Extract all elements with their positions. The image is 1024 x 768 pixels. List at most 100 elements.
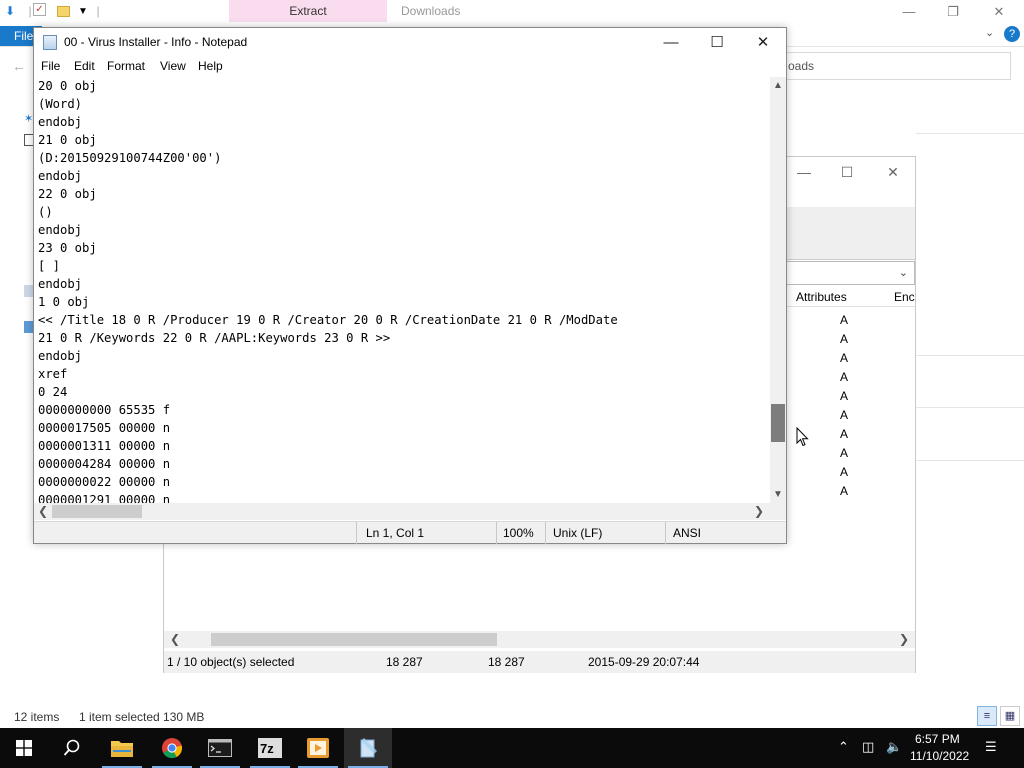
text-line: 0 24: [38, 385, 68, 399]
menu-file[interactable]: File: [41, 59, 60, 73]
ribbon-tab-extract[interactable]: Extract: [229, 0, 387, 22]
close-button[interactable]: ✕: [878, 161, 908, 183]
taskbar-media-player[interactable]: [294, 728, 342, 768]
status-line-ending: Unix (LF): [553, 526, 603, 540]
text-line: 21 0 obj: [38, 133, 97, 147]
zip-status-bar: 1 / 10 object(s) selected 18 287 18 287 …: [164, 651, 915, 673]
svg-text:7z: 7z: [260, 741, 274, 756]
text-line: 21 0 R /Keywords 22 0 R /AAPL:Keywords 2…: [38, 331, 391, 345]
status-packed-size: 18 287: [488, 655, 525, 669]
back-arrow-icon[interactable]: ←: [12, 58, 26, 74]
window-title: Downloads: [401, 4, 461, 18]
notepad-app-icon[interactable]: [43, 35, 57, 50]
maximize-button[interactable]: ☐: [694, 28, 740, 57]
network-icon[interactable]: ◫: [862, 739, 874, 755]
text-line: 0000001291 00000 n: [38, 493, 171, 503]
text-line: endobj: [38, 277, 83, 291]
attribute-cell[interactable]: A: [840, 370, 848, 384]
menu-edit[interactable]: Edit: [74, 59, 95, 73]
details-view-icon[interactable]: ≡: [977, 706, 997, 726]
details-divider: [916, 407, 1024, 408]
minimize-button[interactable]: —: [889, 2, 929, 22]
vertical-scrollbar[interactable]: ▲ ▼: [770, 77, 786, 503]
scroll-right-icon[interactable]: ❯: [754, 504, 764, 518]
horizontal-scrollbar[interactable]: ❮ ❯: [34, 503, 770, 520]
taskbar-terminal[interactable]: [196, 728, 244, 768]
taskbar-7zip[interactable]: 7z: [246, 728, 294, 768]
text-line: 23 0 obj: [38, 241, 97, 255]
notifications-icon[interactable]: ☰: [985, 739, 997, 755]
quick-access-dropdown-icon[interactable]: ▼: [75, 3, 91, 19]
text-editor[interactable]: 20 0 obj (Word) endobj 21 0 obj (D:20150…: [34, 77, 770, 503]
text-line: (Word): [38, 97, 83, 111]
text-line: endobj: [38, 169, 83, 183]
search-input[interactable]: oads: [770, 52, 1011, 80]
status-modified: 2015-09-29 20:07:44: [588, 655, 700, 669]
search-icon: [63, 739, 80, 756]
text-line: 0000000022 00000 n: [38, 475, 171, 489]
large-icons-view-icon[interactable]: ▦: [1000, 706, 1020, 726]
clock-time[interactable]: 6:57 PM: [915, 732, 960, 746]
menu-view[interactable]: View: [160, 59, 186, 73]
taskbar-file-explorer[interactable]: [98, 728, 146, 768]
status-divider: [545, 522, 546, 544]
chrome-icon: [162, 738, 183, 759]
scroll-left-icon[interactable]: ❮: [170, 632, 180, 646]
text-line: 0000000000 65535 f: [38, 403, 171, 417]
text-line: (): [38, 205, 53, 219]
volume-icon[interactable]: 🔈: [886, 739, 902, 755]
text-line: 0000001311 00000 n: [38, 439, 171, 453]
restore-button[interactable]: ❐: [933, 2, 973, 22]
scroll-left-icon[interactable]: ❮: [38, 504, 48, 518]
attribute-cell[interactable]: A: [840, 351, 848, 365]
scroll-down-icon[interactable]: ▼: [773, 489, 783, 500]
attribute-cell[interactable]: A: [840, 389, 848, 403]
taskbar-chrome[interactable]: [148, 728, 196, 768]
terminal-icon: [208, 739, 232, 757]
menu-help[interactable]: Help: [198, 59, 223, 73]
maximize-button[interactable]: ☐: [832, 161, 862, 183]
text-line: 0000004284 00000 n: [38, 457, 171, 471]
path-dropdown[interactable]: ⌄: [786, 261, 915, 285]
attribute-cell[interactable]: A: [840, 446, 848, 460]
status-item-count: 12 items: [14, 710, 60, 724]
seven-zip-icon: 7z: [258, 738, 282, 758]
text-line: endobj: [38, 349, 83, 363]
search-button[interactable]: [48, 728, 96, 768]
taskbar-notepad[interactable]: [344, 728, 392, 768]
status-encoding: ANSI: [673, 526, 702, 540]
attribute-cell[interactable]: A: [840, 408, 848, 422]
show-hidden-icons-icon[interactable]: ⌃: [838, 739, 849, 755]
scroll-thumb[interactable]: [52, 505, 142, 518]
notepad-window: 00 - Virus Installer - Info - Notepad — …: [33, 27, 787, 544]
new-folder-icon[interactable]: [55, 3, 71, 19]
column-header-encrypted[interactable]: Enc: [894, 290, 915, 304]
attribute-cell[interactable]: A: [840, 427, 848, 441]
menu-format[interactable]: Format: [107, 59, 145, 73]
start-button[interactable]: [0, 728, 48, 768]
attribute-cell[interactable]: A: [840, 332, 848, 346]
ribbon-expand-chevron-icon[interactable]: ⌄: [985, 26, 994, 39]
column-header-attributes[interactable]: Attributes: [796, 290, 847, 304]
help-icon[interactable]: ?: [1004, 26, 1020, 42]
scroll-thumb[interactable]: [211, 633, 497, 646]
text-line: << /Title 18 0 R /Producer 19 0 R /Creat…: [38, 313, 618, 327]
minimize-button[interactable]: —: [789, 161, 819, 183]
attribute-cell[interactable]: A: [840, 313, 848, 327]
scroll-thumb[interactable]: [771, 404, 785, 442]
taskbar: 7z ⌃ ◫ 🔈 6:57 PM 11/10/2022 ☰: [0, 728, 1024, 768]
close-button[interactable]: ✕: [740, 28, 786, 57]
text-line: 1 0 obj: [38, 295, 90, 309]
scroll-up-icon[interactable]: ▲: [773, 80, 783, 91]
properties-check-icon[interactable]: ✓: [33, 3, 46, 16]
scroll-right-icon[interactable]: ❯: [899, 632, 909, 646]
notepad-titlebar[interactable]: 00 - Virus Installer - Info - Notepad — …: [34, 28, 786, 57]
clock-date[interactable]: 11/10/2022: [910, 749, 969, 763]
minimize-button[interactable]: —: [648, 28, 694, 57]
text-line: endobj: [38, 115, 83, 129]
close-button[interactable]: ✕: [979, 2, 1019, 22]
download-arrow-icon[interactable]: ⬇: [2, 3, 18, 19]
horizontal-scrollbar[interactable]: ❮ ❯: [164, 631, 915, 648]
attribute-cell[interactable]: A: [840, 484, 848, 498]
attribute-cell[interactable]: A: [840, 465, 848, 479]
